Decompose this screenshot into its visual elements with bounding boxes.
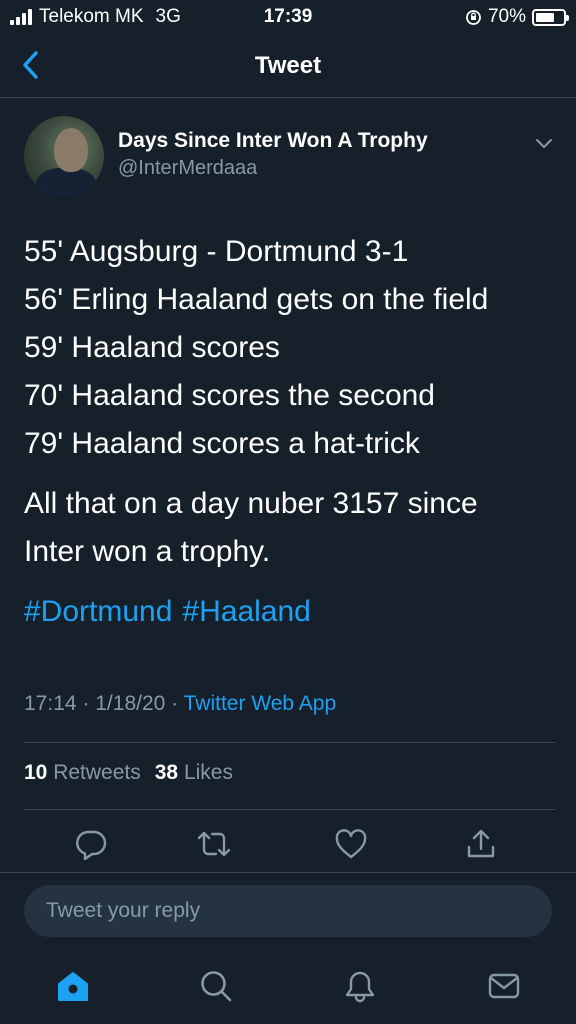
- battery-level: [536, 12, 555, 22]
- tab-home[interactable]: [51, 964, 95, 1008]
- retweets-stat[interactable]: 10 Retweets: [24, 761, 141, 784]
- tweet-line: 70' Haaland scores the second: [24, 379, 435, 412]
- tweet-line: 56' Erling Haaland gets on the field: [24, 283, 489, 316]
- navigation-bar: Tweet: [0, 36, 576, 98]
- author-handle[interactable]: @InterMerdaaa: [118, 157, 257, 180]
- likes-count: 38: [154, 761, 179, 784]
- messages-icon: [488, 973, 520, 999]
- notifications-icon: [345, 971, 375, 1003]
- retweets-label: Retweets: [53, 761, 141, 784]
- status-bar: Telekom MK 3G 17:39 70%: [0, 0, 576, 36]
- avatar[interactable]: [24, 116, 104, 196]
- search-icon: [201, 971, 232, 1002]
- reply-icon: [76, 830, 107, 860]
- home-icon: [58, 972, 88, 1001]
- tweet-line: 55' Augsburg - Dortmund 3-1: [24, 235, 409, 268]
- tweet-options-button[interactable]: [534, 136, 554, 150]
- tab-bar: [0, 950, 576, 1024]
- reply-input[interactable]: [24, 885, 552, 937]
- chevron-down-icon: [536, 139, 552, 148]
- tweet-line: 79' Haaland scores a hat-trick: [24, 427, 420, 460]
- share-icon: [467, 829, 495, 858]
- tab-notifications[interactable]: [338, 964, 382, 1008]
- tab-messages[interactable]: [482, 964, 526, 1008]
- like-icon: [335, 829, 367, 859]
- status-right: 70%: [465, 6, 569, 28]
- hashtag-link[interactable]: #Haaland: [182, 595, 310, 628]
- page-title: Tweet: [254, 52, 322, 79]
- tweet-screen: Telekom MK 3G 17:39 70% Tweet Days Since…: [0, 0, 576, 1024]
- tweet-meta: 17:14 · 1/18/20 · Twitter Web App: [24, 692, 336, 716]
- likes-label: Likes: [183, 761, 233, 784]
- tweet-line: All that on a day nuber 3157 since: [24, 487, 478, 520]
- battery-icon: [532, 8, 569, 26]
- divider: [24, 742, 556, 743]
- likes-stat[interactable]: 38 Likes: [155, 761, 233, 784]
- tweet-date: 1/18/20: [95, 692, 166, 715]
- hashtags: #Dortmund #Haaland: [24, 588, 556, 636]
- orientation-lock-icon: [466, 9, 481, 25]
- share-button[interactable]: [461, 822, 501, 866]
- tab-search[interactable]: [194, 964, 238, 1008]
- like-button[interactable]: [331, 822, 371, 866]
- reply-button[interactable]: [71, 822, 111, 866]
- tweet-line: Inter won a trophy.: [24, 535, 271, 568]
- divider: [24, 809, 556, 810]
- tweet-stats: 10 Retweets 38 Likes: [24, 761, 233, 785]
- battery-percent: 70%: [487, 6, 526, 27]
- tweet-author: Days Since Inter Won A Trophy @InterMerd…: [24, 116, 556, 196]
- author-display-name[interactable]: Days Since Inter Won A Trophy: [118, 129, 428, 153]
- tweet-actions: [0, 822, 576, 868]
- reply-box[interactable]: [24, 885, 552, 937]
- hashtag-link[interactable]: #Dortmund: [24, 595, 172, 628]
- tweet-source-link[interactable]: Twitter Web App: [184, 692, 337, 715]
- meta-separator: ·: [82, 692, 90, 715]
- reply-composer: [0, 872, 576, 950]
- retweet-icon: [197, 831, 231, 857]
- tweet-paragraph: All that on a day nuber 3157 since Inter…: [24, 480, 556, 576]
- tweet-text: 55' Augsburg - Dortmund 3-1 56' Erling H…: [24, 228, 556, 636]
- tweet-line: 59' Haaland scores: [24, 331, 280, 364]
- meta-separator: ·: [171, 692, 179, 715]
- tweet-time: 17:14: [24, 692, 77, 715]
- retweets-count: 10: [24, 761, 48, 784]
- retweet-button[interactable]: [194, 822, 234, 866]
